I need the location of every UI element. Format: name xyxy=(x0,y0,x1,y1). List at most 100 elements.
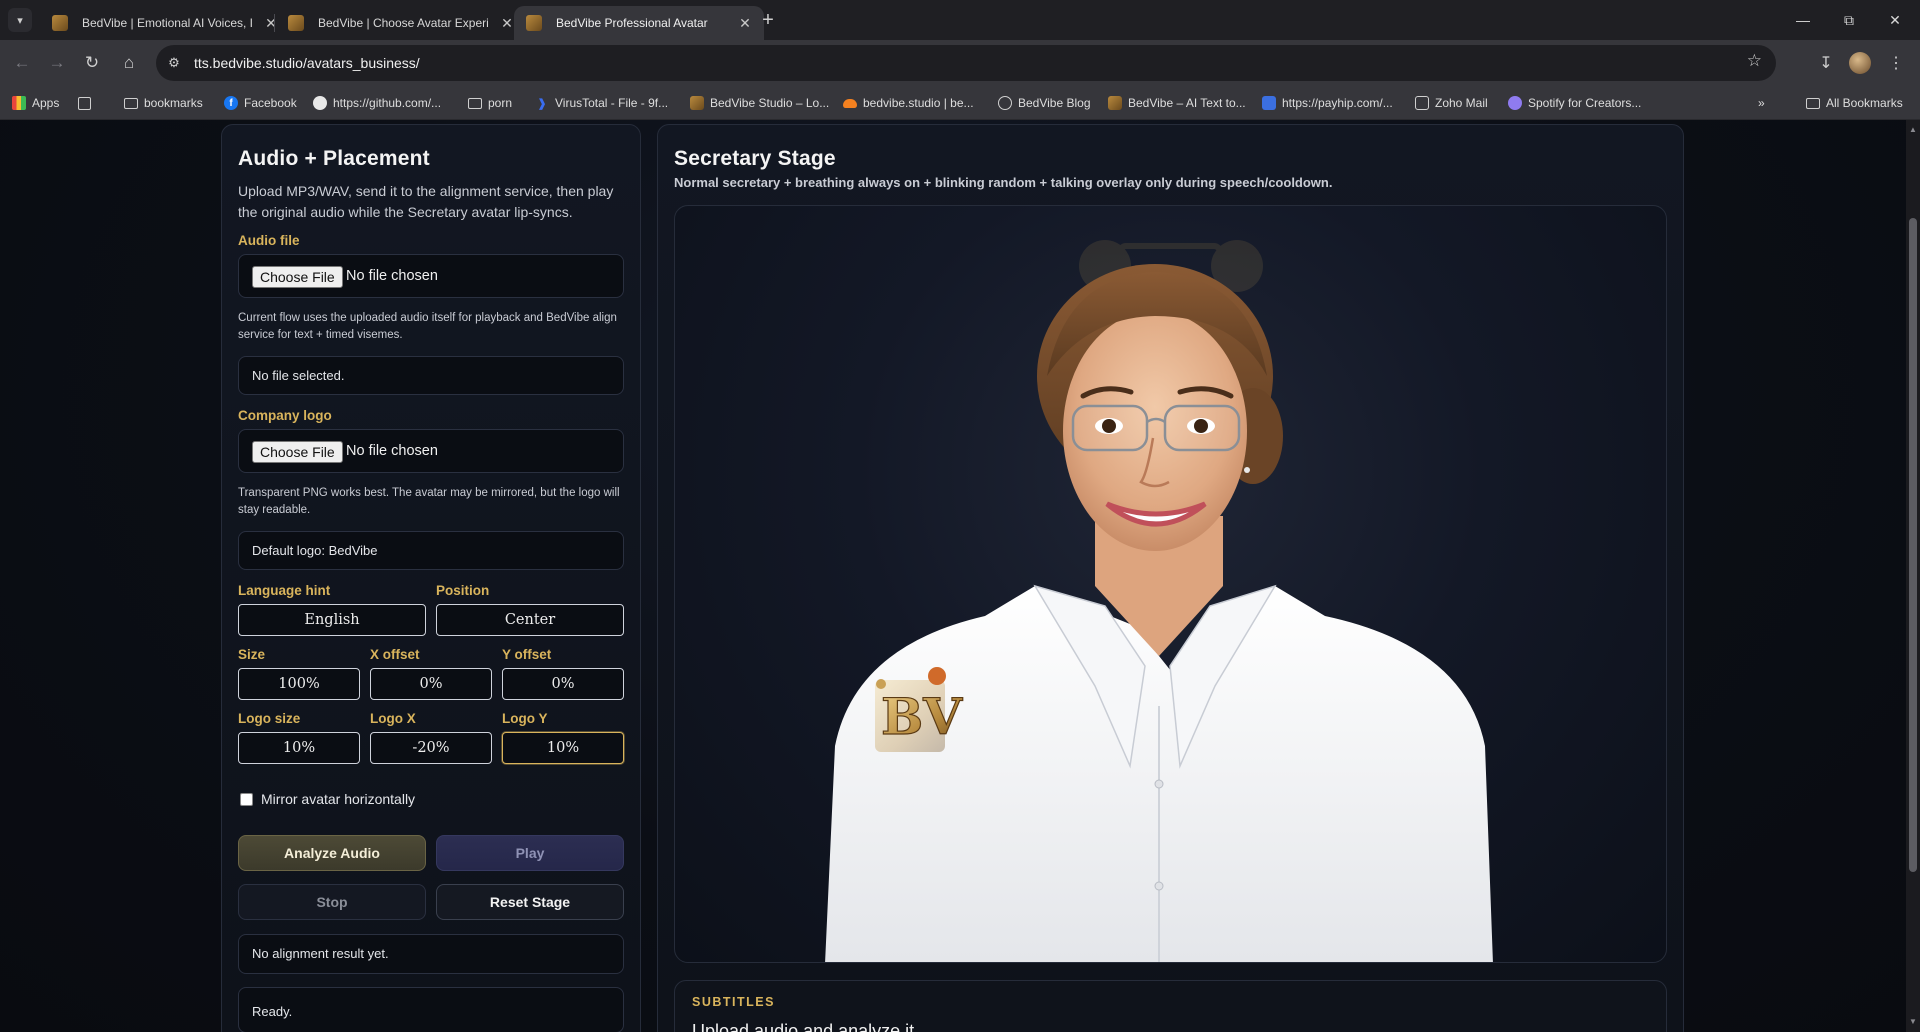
folder-icon xyxy=(124,97,138,109)
bookmark-github[interactable]: https://github.com/... xyxy=(313,94,441,112)
home-icon[interactable]: ⌂ xyxy=(115,49,143,77)
audio-file-input[interactable]: Choose File No file chosen xyxy=(238,254,624,298)
ready-status-text: Ready. xyxy=(252,1004,293,1019)
panel-description: Upload MP3/WAV, send it to the alignment… xyxy=(238,183,614,220)
panel-title: Audio + Placement xyxy=(238,147,430,170)
globe-icon xyxy=(998,96,1012,110)
all-bookmarks[interactable]: All Bookmarks xyxy=(1806,94,1903,112)
alignment-status-box: No alignment result yet. xyxy=(238,934,624,974)
audio-file-label: Audio file xyxy=(238,233,300,248)
bookmark-payhip[interactable]: https://payhip.com/... xyxy=(1262,94,1393,112)
bedvibe-favicon-icon xyxy=(52,15,68,31)
reset-stage-button[interactable]: Reset Stage xyxy=(436,884,624,920)
logo-size-select[interactable]: 10% xyxy=(238,732,360,764)
reload-icon[interactable]: ↻ xyxy=(78,49,106,77)
bookmark-bookmarks-folder[interactable]: bookmarks xyxy=(124,94,203,112)
logo-status-text: Default logo: BedVibe xyxy=(252,543,378,558)
tab-title: BedVibe Professional Avatar xyxy=(556,16,708,30)
close-window-icon[interactable]: ✕ xyxy=(1872,0,1918,40)
choose-audio-file-button[interactable]: Choose File xyxy=(252,266,343,288)
browser-toolbar: ← → ↻ ⌂ ⚙ tts.bedvibe.studio/avatars_bus… xyxy=(0,40,1920,86)
bedvibe-favicon-icon xyxy=(288,15,304,31)
language-hint-label: Language hint xyxy=(238,583,331,598)
x-offset-select[interactable]: 0% xyxy=(370,668,492,700)
page-scrollbar[interactable]: ▲ ▼ xyxy=(1906,120,1920,1032)
subtitles-label: SUBTITLES xyxy=(692,995,775,1009)
github-icon xyxy=(313,96,327,110)
choose-logo-file-button[interactable]: Choose File xyxy=(252,441,343,463)
tab-groups-icon[interactable] xyxy=(78,94,97,112)
menu-kebab-icon[interactable]: ⋮ xyxy=(1882,49,1910,77)
apps-grid-icon xyxy=(12,96,26,110)
tab-bedvibe-choose-avatar[interactable]: BedVibe | Choose Avatar Experi ✕ xyxy=(276,6,526,40)
scroll-thumb[interactable] xyxy=(1909,218,1917,872)
bookmark-bedvibe-ai-text[interactable]: BedVibe – AI Text to... xyxy=(1108,94,1246,112)
logo-status-box: Default logo: BedVibe xyxy=(238,531,624,570)
page-content: Audio + Placement Upload MP3/WAV, send i… xyxy=(0,120,1920,1032)
language-hint-select[interactable]: English xyxy=(238,604,426,636)
bookmark-spotify-creators[interactable]: Spotify for Creators... xyxy=(1508,94,1641,112)
logo-file-input[interactable]: Choose File No file chosen xyxy=(238,429,624,473)
forward-icon[interactable]: → xyxy=(43,49,71,77)
analyze-audio-button[interactable]: Analyze Audio xyxy=(238,835,426,871)
logo-size-label: Logo size xyxy=(238,711,301,726)
secretary-stage-panel: Secretary Stage Normal secretary + breat… xyxy=(657,124,1684,1032)
facebook-icon: f xyxy=(224,96,238,110)
bookmark-zoho-mail[interactable]: Zoho Mail xyxy=(1415,94,1488,112)
tab-search-icon[interactable]: ▾ xyxy=(8,8,32,32)
minimize-icon[interactable]: — xyxy=(1780,0,1826,40)
bookmark-facebook[interactable]: f Facebook xyxy=(224,94,297,112)
scroll-down-icon[interactable]: ▼ xyxy=(1909,1018,1917,1026)
bookmark-bedvibe-cloudflare[interactable]: bedvibe.studio | be... xyxy=(843,94,974,112)
profile-avatar[interactable] xyxy=(1846,49,1874,77)
mirror-avatar-checkbox[interactable] xyxy=(240,793,253,806)
mirror-avatar-label[interactable]: Mirror avatar horizontally xyxy=(261,791,415,807)
restore-icon[interactable]: ⧉ xyxy=(1826,0,1872,40)
logo-file-name: No file chosen xyxy=(346,443,438,459)
audio-help-text: Current flow uses the uploaded audio its… xyxy=(238,312,617,341)
position-select[interactable]: Center xyxy=(436,604,624,636)
ready-status-box: Ready. xyxy=(238,987,624,1032)
url-text[interactable]: tts.bedvibe.studio/avatars_business/ xyxy=(194,55,420,71)
site-info-icon[interactable]: ⚙ xyxy=(160,49,188,77)
more-bookmarks-chevron-icon[interactable]: » xyxy=(1758,94,1765,112)
bookmark-star-icon[interactable]: ☆ xyxy=(1747,51,1762,71)
folder-icon xyxy=(468,97,482,109)
back-icon[interactable]: ← xyxy=(8,49,36,77)
y-offset-select[interactable]: 0% xyxy=(502,668,624,700)
address-bar[interactable]: ⚙ tts.bedvibe.studio/avatars_business/ ☆ xyxy=(156,45,1776,81)
close-tab-icon[interactable]: ✕ xyxy=(736,14,754,32)
stage-description: Normal secretary + breathing always on +… xyxy=(674,175,1333,190)
bookmark-bedvibe-studio[interactable]: BedVibe Studio – Lo... xyxy=(690,94,829,112)
zoho-icon xyxy=(1415,96,1429,110)
bookmark-apps[interactable]: Apps xyxy=(12,94,59,112)
tab-divider xyxy=(274,14,275,32)
virustotal-icon: ❱ xyxy=(537,97,547,110)
x-offset-label: X offset xyxy=(370,647,420,662)
play-button[interactable]: Play xyxy=(436,835,624,871)
new-tab-icon[interactable]: + xyxy=(756,8,780,32)
stop-button[interactable]: Stop xyxy=(238,884,426,920)
tab-title: BedVibe | Choose Avatar Experi xyxy=(318,16,489,30)
alignment-status-text: No alignment result yet. xyxy=(252,946,389,961)
payhip-icon xyxy=(1262,96,1276,110)
logo-text: BV xyxy=(881,687,963,746)
bookmark-porn-folder[interactable]: porn xyxy=(468,94,512,112)
bookmark-virustotal[interactable]: ❱ VirusTotal - File - 9f... xyxy=(535,94,668,112)
size-select[interactable]: 100% xyxy=(238,668,360,700)
folder-icon xyxy=(1806,97,1820,109)
logo-x-label: Logo X xyxy=(370,711,416,726)
downloads-icon[interactable]: ↧ xyxy=(1812,49,1840,77)
spotify-icon xyxy=(1508,96,1522,110)
bookmark-bedvibe-blog[interactable]: BedVibe Blog xyxy=(998,94,1091,112)
scroll-up-icon[interactable]: ▲ xyxy=(1909,126,1917,134)
tab-bedvibe-professional-avatar[interactable]: BedVibe Professional Avatar ✕ xyxy=(514,6,764,40)
logo-x-select[interactable]: -20% xyxy=(370,732,492,764)
logo-y-label: Logo Y xyxy=(502,711,548,726)
subtitles-text: Upload audio and analyze it. xyxy=(692,1021,920,1032)
company-logo-label: Company logo xyxy=(238,408,332,423)
tab-bedvibe-voices[interactable]: BedVibe | Emotional AI Voices, I ✕ xyxy=(40,6,290,40)
logo-y-select[interactable]: 10% xyxy=(502,732,624,764)
audio-placement-panel: Audio + Placement Upload MP3/WAV, send i… xyxy=(221,124,641,1032)
bookmarks-bar: Apps bookmarks f Facebook https://github.… xyxy=(0,86,1920,120)
